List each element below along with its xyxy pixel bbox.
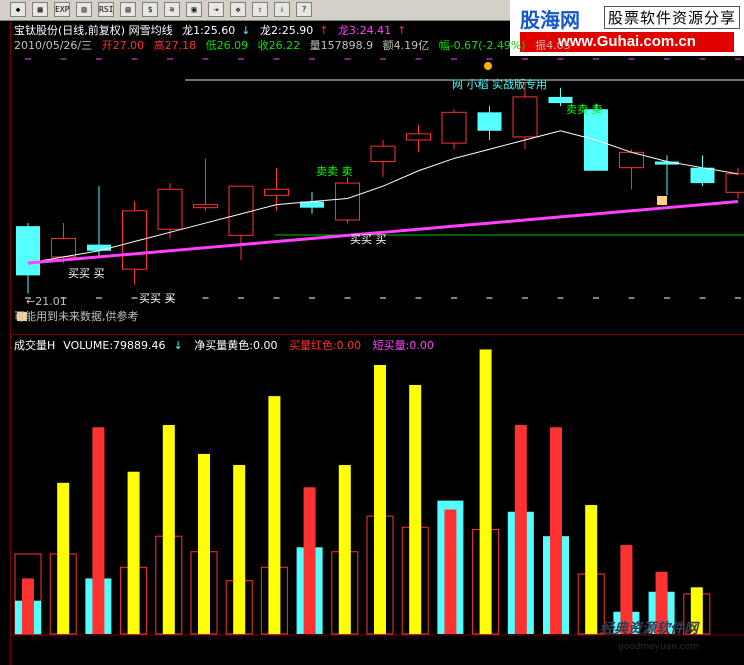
candle-body	[406, 133, 431, 141]
volume-bar	[303, 487, 316, 634]
candle-body	[122, 210, 147, 270]
volume-bar	[22, 578, 34, 634]
price-volume-chart[interactable]	[0, 0, 744, 665]
volume-bar	[479, 349, 492, 634]
candle-body	[157, 188, 183, 230]
volume-bar	[444, 509, 457, 634]
arrow-down-icon: ↓	[173, 339, 183, 352]
candle-body	[690, 167, 715, 184]
volume-indicator-name: 成交量H	[14, 339, 56, 352]
volume-header: 成交量H VOLUME:79889.46 ↓ 净买量黄色:0.00 买量红色:0.0…	[14, 337, 442, 353]
buy-red: 买量红色:0.00	[288, 339, 362, 352]
buy-signal-label: 买买 买	[68, 267, 105, 280]
volume-bar	[550, 427, 562, 634]
volume-bar	[162, 425, 175, 634]
volume-bar	[127, 471, 140, 634]
candle-body	[477, 112, 502, 131]
future-data-warning: 可能用到未来数据,供参考	[14, 310, 139, 323]
watermark-text: 经典资源软件网	[600, 621, 698, 637]
volume-bar	[338, 465, 351, 634]
low-price-marker: ←21.01	[26, 295, 67, 308]
sell-signal-label: 卖卖 卖	[316, 165, 353, 178]
buy-signal-label: 买买 买	[139, 292, 176, 305]
volume-bar	[268, 396, 281, 634]
volume-bar	[57, 482, 70, 634]
net-buy-yellow: 净买量黄色:0.00	[194, 339, 278, 352]
candle-body	[264, 188, 289, 196]
watermark-sub: goodmeyuan.com	[618, 642, 700, 652]
candle-body	[370, 145, 396, 163]
candle-body	[193, 204, 218, 209]
candle-body	[512, 96, 538, 138]
top-banner-label: 网 小稻 实战版专用	[452, 78, 547, 91]
volume-bar	[514, 425, 527, 634]
volume-bar	[409, 385, 422, 634]
candle-body	[228, 185, 254, 236]
volume-reading: VOLUME:79889.46	[63, 339, 166, 352]
volume-bar	[585, 505, 598, 634]
candle-body	[16, 226, 40, 276]
sell-signal-label: 卖卖 卖	[566, 103, 603, 116]
short-buy: 短买量:0.00	[372, 339, 434, 352]
panel-separator	[10, 334, 744, 335]
buy-signal-label: 买买 买	[350, 233, 387, 246]
volume-bar	[374, 365, 386, 634]
moneybag-icon	[657, 196, 667, 205]
runner-icon	[484, 62, 492, 70]
volume-bar	[233, 465, 246, 634]
candle-body	[441, 111, 467, 144]
candle-body	[51, 237, 76, 258]
candle-body	[725, 173, 744, 193]
volume-bar	[198, 453, 210, 634]
candle-body	[87, 244, 111, 251]
volume-bar	[92, 427, 105, 634]
candle-body	[335, 182, 360, 221]
